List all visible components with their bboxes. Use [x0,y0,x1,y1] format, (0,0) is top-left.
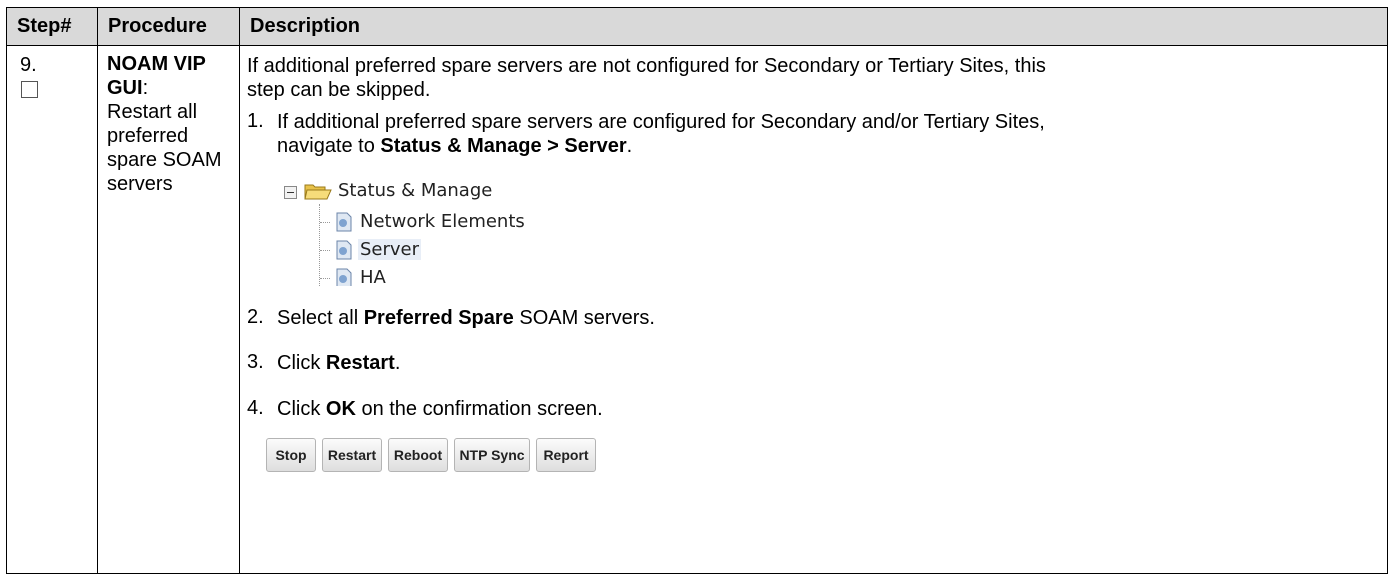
step-number: 9. [20,54,37,76]
procedure-title: NOAM VIP GUI [107,53,206,99]
reboot-button[interactable]: Reboot [388,438,448,472]
step-4-bold: OK [325,398,356,420]
page-icon [336,212,352,232]
step-1-number: 1. [247,110,264,132]
step-3-text: Click Restart. [277,351,1377,375]
step-1-prefix: navigate to [277,135,381,157]
tree-branch [320,250,330,251]
page-icon [336,268,352,286]
report-button[interactable]: Report [536,438,596,472]
step-3-number: 3. [247,351,264,373]
step-4-prefix: Click [277,398,326,420]
step-3-prefix: Click [277,352,326,374]
step-2-text: Select all Preferred Spare SOAM servers. [277,306,1377,330]
step-row: 9. NOAM VIP GUI: Restart all preferred s… [6,45,1388,574]
step-1-suffix: . [626,135,633,157]
step-4-text: Click OK on the confirmation screen. [277,397,1377,421]
procedure-cell: NOAM VIP GUI: Restart all preferred spar… [97,45,240,574]
tree-connector [319,204,320,286]
step-1-nav-path: Status & Manage > Server [380,135,627,157]
intro-line-1: If additional preferred spare servers ar… [247,55,1046,77]
tree-root-label[interactable]: Status & Manage [338,180,492,201]
intro-line-2: step can be skipped. [247,79,431,101]
tree-item-server[interactable]: Server [358,239,422,260]
description-cell: If additional preferred spare servers ar… [239,45,1388,574]
step-1-line-1: If additional preferred spare servers ar… [277,111,1045,133]
header-row: Step# Procedure Description [6,7,1388,46]
header-procedure: Procedure [97,7,240,46]
tree-item-network-elements[interactable]: Network Elements [360,211,525,232]
step-1-text: If additional preferred spare servers ar… [277,110,1377,158]
collapse-icon[interactable] [284,186,297,199]
step-3-suffix: . [394,352,401,374]
tree-branch [320,278,330,279]
step-4-suffix: on the confirmation screen. [355,398,603,420]
step-2-suffix: SOAM servers. [513,307,655,329]
step-cell: 9. [6,45,98,574]
tree-branch [320,222,330,223]
ntp-sync-button[interactable]: NTP Sync [454,438,530,472]
step-checkbox[interactable] [21,81,38,98]
procedure-text: Restart all preferred spare SOAM servers [107,101,222,195]
header-description: Description [239,7,1388,46]
header-step: Step# [6,7,98,46]
nav-tree: Status & Manage Network Elements Server [282,174,582,286]
step-2-bold: Preferred Spare [363,307,514,329]
procedure-table: Step# Procedure Description 9. NOAM VIP … [6,7,1388,574]
restart-button[interactable]: Restart [322,438,382,472]
folder-icon [304,184,332,200]
stop-button[interactable]: Stop [266,438,316,472]
step-4-number: 4. [247,397,264,419]
step-2-prefix: Select all [277,307,364,329]
procedure-colon: : [142,77,149,99]
step-2-number: 2. [247,306,264,328]
step-3-bold: Restart [325,352,395,374]
tree-item-ha[interactable]: HA [360,267,386,286]
page-icon [336,240,352,260]
intro-text: If additional preferred spare servers ar… [247,54,1377,102]
